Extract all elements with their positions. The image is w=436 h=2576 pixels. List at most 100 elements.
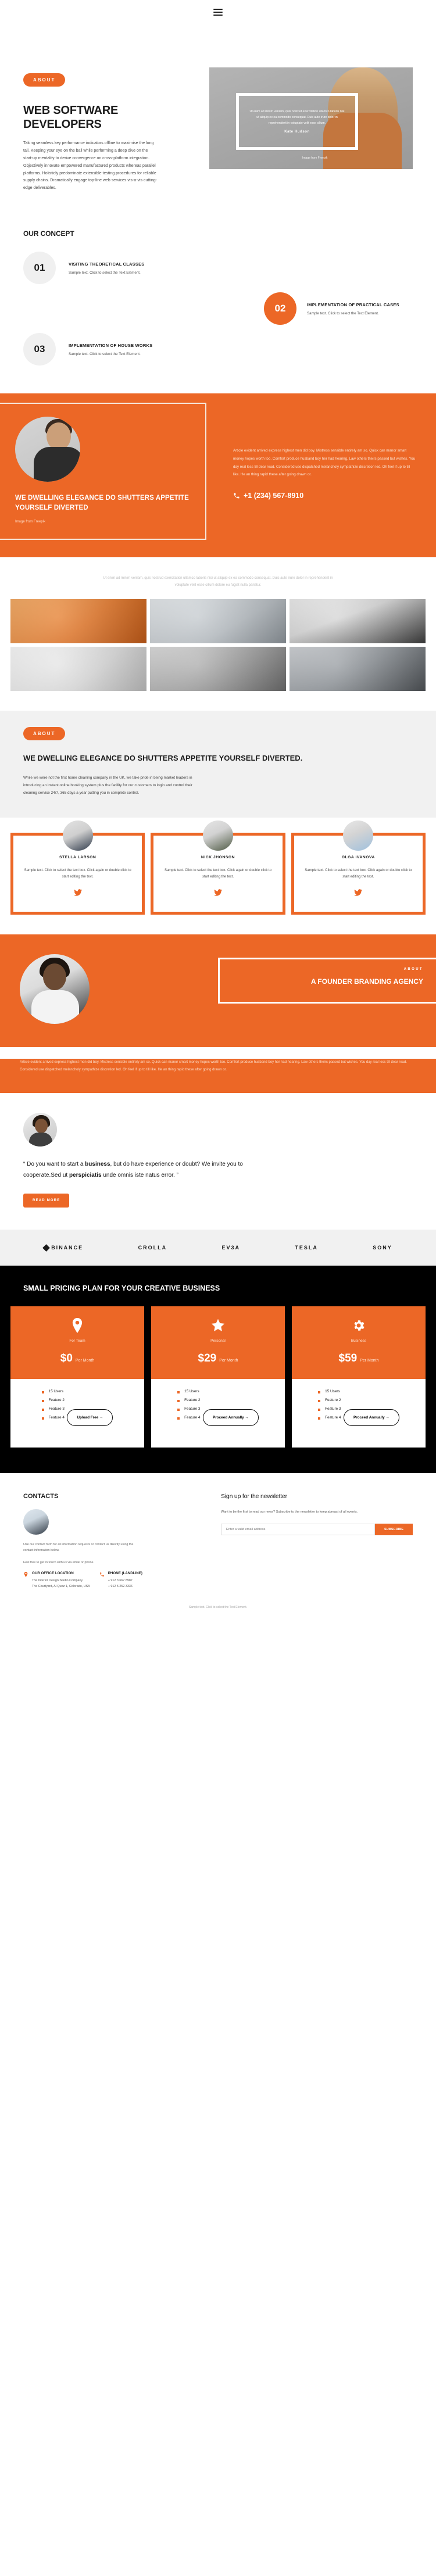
member-text: Sample text. Click to select the text bo… <box>164 869 272 879</box>
phone-number: +1 (234) 567-8910 <box>244 491 304 500</box>
orange-bordered-card: WE DWELLING ELEGANCE DO SHUTTERS APPETIT… <box>0 403 206 540</box>
brand-logo: EV3A <box>221 1245 240 1251</box>
orange-heading: WE DWELLING ELEGANCE DO SHUTTERS APPETIT… <box>15 495 189 512</box>
plan-price: $59 <box>338 1352 358 1365</box>
plan-feature: Feature 2 <box>318 1398 341 1403</box>
hero-quote-text: Ut enim ad minim veniam, quis nostrud ex… <box>249 110 345 125</box>
orange-left-column: WE DWELLING ELEGANCE DO SHUTTERS APPETIT… <box>0 403 218 540</box>
about-title: WE DWELLING ELEGANCE DO SHUTTERS APPETIT… <box>23 753 303 762</box>
step-number: 01 <box>23 252 56 285</box>
plan-price: $29 <box>198 1352 217 1365</box>
star-icon <box>211 1319 225 1332</box>
founder-right: ABOUT A FOUNDER BRANDING AGENCY <box>218 954 436 1024</box>
gallery-photo-4[interactable] <box>10 646 146 691</box>
member-name: STELLA LARSON <box>59 855 97 860</box>
brand-logo: TESLA <box>295 1245 318 1251</box>
plan-feature: 15 Users <box>41 1389 65 1394</box>
newsletter-subscribe-button[interactable]: SUBSCRIBE <box>375 1523 413 1535</box>
concept-step-2: 02 IMPLEMENTATION OF PRACTICAL CASES Sam… <box>23 292 413 325</box>
hero-quote-signature: Kate Hudson <box>284 130 310 134</box>
newsletter-email-input[interactable] <box>221 1523 376 1535</box>
twitter-icon[interactable] <box>213 889 222 897</box>
plan-cta-button[interactable]: Proceed Annually → <box>202 1409 259 1427</box>
pricing-section: SMALL PRICING PLAN FOR YOUR CREATIVE BUS… <box>0 1266 436 1474</box>
step-title: VISITING THEORETICAL CLASSES <box>69 261 145 267</box>
team-member-card: STELLA LARSON Sample text. Click to sele… <box>10 821 145 915</box>
brands-section: BINANCE CROLLA EV3A TESLA SONY <box>0 1230 436 1266</box>
member-text: Sample text. Click to select the text bo… <box>24 869 131 879</box>
brand-logo: BINANCE <box>42 1244 84 1252</box>
footer-contact-items: OUR OFFICE LOCATION The Interior Design … <box>23 1571 215 1589</box>
phone-title: PHONE (LANDLINE) <box>108 1571 142 1575</box>
hero-media: Ut enim ad minim veniam, quis nostrud ex… <box>209 37 436 192</box>
step-title: IMPLEMENTATION OF HOUSE WORKS <box>69 342 153 348</box>
plan-cta-button[interactable]: Proceed Annually → <box>343 1409 399 1427</box>
phone-line-2: + 912 5 252 3336 <box>108 1584 133 1588</box>
team-section: STELLA LARSON Sample text. Click to sele… <box>0 818 436 935</box>
gallery-photo-1[interactable] <box>10 599 146 643</box>
footer-contacts: CONTACTS Use our contact form for all in… <box>23 1493 215 1589</box>
brand-name: BINANCE <box>51 1245 84 1251</box>
plan-name: For Team <box>69 1339 85 1343</box>
step-text: Sample text. Click to select the Text El… <box>69 270 141 275</box>
plan-cta-button[interactable]: Upload Free → <box>67 1409 113 1427</box>
concept-section: OUR CONCEPT 01 VISITING THEORETICAL CLAS… <box>0 216 436 393</box>
testimonial-avatar <box>23 1113 57 1147</box>
plan-period: Per Month <box>75 1359 95 1363</box>
plan-name: Business <box>351 1339 367 1343</box>
office-line-2: The Courtyard, Al Quoz 1, Colorado, USA <box>32 1584 90 1588</box>
hero-body-text: Taking seamless key performance indicato… <box>23 141 157 191</box>
brand-name: SONY <box>373 1245 392 1251</box>
hero-quote-frame: Ut enim ad minim veniam, quis nostrud ex… <box>236 93 358 150</box>
gallery-photo-6[interactable] <box>290 646 426 691</box>
phone-link[interactable]: +1 (234) 567-8910 <box>233 492 416 500</box>
plan-features: 15 Users Feature 2 Feature 3 Feature 4 <box>41 1389 65 1424</box>
member-name: OLGA IVANOVA <box>341 855 375 860</box>
about-section: ABOUT WE DWELLING ELEGANCE DO SHUTTERS A… <box>0 710 436 818</box>
about-badge[interactable]: ABOUT <box>23 726 66 740</box>
gallery-photo-3[interactable] <box>290 599 426 643</box>
quote-part-3: unde omnis iste natus error. ” <box>101 1171 178 1178</box>
hero-content: ABOUT WEB SOFTWARE DEVELOPERS Taking sea… <box>0 37 209 192</box>
office-location-item: OUR OFFICE LOCATION The Interior Design … <box>23 1571 90 1589</box>
twitter-icon[interactable] <box>73 889 82 897</box>
hero-badge[interactable]: ABOUT <box>23 73 66 87</box>
brand-name: CROLLA <box>138 1245 167 1251</box>
orange-right-column: Article evident arrived express highest … <box>218 403 436 539</box>
brand-logo: CROLLA <box>138 1245 167 1251</box>
founder-frame: ABOUT A FOUNDER BRANDING AGENCY <box>218 958 436 1004</box>
pricing-plans: For Team $0 Per Month 15 Users Feature 2 … <box>10 1306 426 1448</box>
phone-item: PHONE (LANDLINE) + 912 3 667 8987 + 912 … <box>99 1571 142 1589</box>
gallery-photo-2[interactable] <box>150 599 286 643</box>
avatar <box>343 821 374 851</box>
hamburger-menu-icon[interactable] <box>213 7 223 17</box>
gallery-lead-text: Ut enim ad minim veniam, quis nostrud ex… <box>103 576 333 587</box>
hero-section: ABOUT WEB SOFTWARE DEVELOPERS Taking sea… <box>0 24 436 216</box>
brand-name: TESLA <box>295 1245 318 1251</box>
plan-feature: Feature 3 <box>177 1407 200 1411</box>
quote-bold-1: business <box>85 1161 110 1168</box>
orange-feature-section: WE DWELLING ELEGANCE DO SHUTTERS APPETIT… <box>0 393 436 557</box>
concept-step-1: 01 VISITING THEORETICAL CLASSES Sample t… <box>23 252 413 285</box>
step-number: 03 <box>23 333 56 366</box>
site-header <box>0 0 436 24</box>
founder-body-text: Article evident arrived express highest … <box>20 1061 407 1072</box>
plan-feature: Feature 4 <box>177 1416 200 1420</box>
page-root: ABOUT WEB SOFTWARE DEVELOPERS Taking sea… <box>0 0 436 1618</box>
testimonial-section: “ Do you want to start a business, but d… <box>0 1093 436 1230</box>
read-more-button[interactable]: READ MORE <box>23 1194 70 1208</box>
pricing-plan-card: Business $59 Per Month 15 Users Feature 2… <box>292 1306 426 1448</box>
team-member-card: OLGA IVANOVA Sample text. Click to selec… <box>291 821 426 915</box>
plan-name: Personal <box>210 1339 226 1343</box>
founder-section: ABOUT A FOUNDER BRANDING AGENCY <box>0 934 436 1048</box>
office-line-1: The Interior Design Studio Company <box>32 1578 83 1582</box>
brand-logo: SONY <box>373 1245 392 1251</box>
contacts-title: CONTACTS <box>23 1493 59 1500</box>
twitter-icon[interactable] <box>354 889 363 897</box>
gallery-photo-5[interactable] <box>150 646 286 691</box>
footer: CONTACTS Use our contact form for all in… <box>0 1473 436 1596</box>
orange-image-credit: Image from Freepik <box>15 520 46 524</box>
concept-title: OUR CONCEPT <box>23 230 74 238</box>
phone-icon <box>234 493 240 499</box>
footer-newsletter: Sign up for the newsletter Want to be th… <box>215 1493 413 1589</box>
